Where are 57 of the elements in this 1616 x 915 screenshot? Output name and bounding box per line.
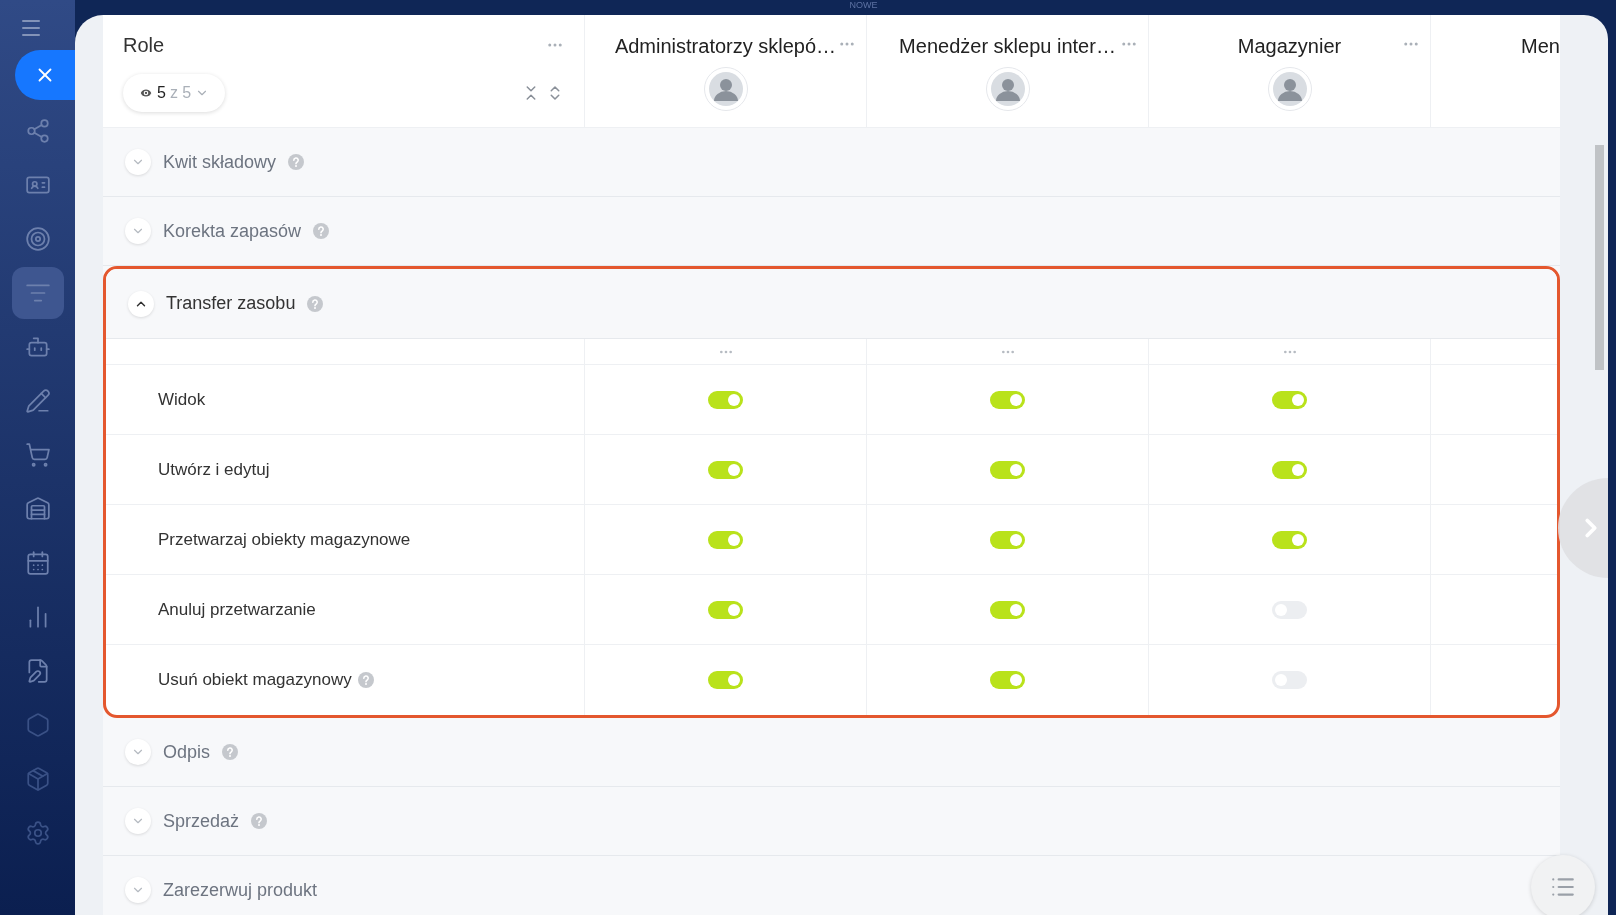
- help-icon[interactable]: [357, 672, 374, 688]
- toggle-switch[interactable]: [708, 530, 743, 549]
- box-icon[interactable]: [24, 766, 51, 792]
- permission-label: Anuluj przetwarzanie: [158, 598, 316, 621]
- toggle-switch[interactable]: [990, 671, 1025, 689]
- section-title: Odpis: [163, 740, 211, 764]
- permission-label: Przetwarzaj obiekty magazynowe: [158, 528, 411, 551]
- section-title: Zarezerwuj produkt: [163, 878, 318, 902]
- permission-label: Usuń obiekt magazynowy: [158, 669, 352, 692]
- toggle-switch[interactable]: [1272, 390, 1307, 409]
- expand-toggle[interactable]: [128, 290, 154, 317]
- pencil-icon[interactable]: [24, 388, 51, 414]
- cart-icon[interactable]: [24, 442, 51, 468]
- toggle-switch[interactable]: [990, 390, 1025, 409]
- section-title: Korekta zapasów: [163, 219, 302, 243]
- toggle-switch[interactable]: [990, 530, 1025, 549]
- toggle-switch[interactable]: [990, 600, 1025, 619]
- scrollbar[interactable]: [1595, 145, 1604, 370]
- toggle-switch[interactable]: [708, 671, 743, 689]
- permission-label: Widok: [158, 388, 206, 411]
- role-name: Administratorzy sklepó…: [614, 34, 837, 59]
- toggle-switch[interactable]: [1272, 460, 1307, 479]
- target-icon[interactable]: [24, 226, 51, 252]
- expand-toggle[interactable]: [125, 739, 151, 765]
- help-icon[interactable]: [251, 813, 268, 829]
- section-title: Sprzedaż: [163, 809, 240, 833]
- robot-icon[interactable]: [24, 334, 51, 360]
- toggle-switch[interactable]: [708, 460, 743, 479]
- role-name: Menedżer sklepu inter…: [899, 34, 1116, 59]
- close-button[interactable]: [15, 50, 75, 100]
- expand-toggle[interactable]: [125, 877, 151, 903]
- expand-toggle[interactable]: [125, 149, 151, 175]
- toggle-switch[interactable]: [708, 600, 743, 619]
- warehouse-icon[interactable]: [24, 496, 51, 522]
- list-button[interactable]: [1531, 855, 1595, 915]
- expand-toggle[interactable]: [125, 218, 151, 244]
- role-name: Men: [1520, 34, 1560, 59]
- toggle-switch[interactable]: [990, 460, 1025, 479]
- calendar-icon[interactable]: [24, 550, 51, 576]
- section-title: Kwit składowy: [163, 150, 277, 174]
- help-icon[interactable]: [307, 295, 324, 312]
- nodes-icon[interactable]: [24, 118, 51, 144]
- role-name: Magazynier: [1237, 34, 1342, 59]
- help-icon[interactable]: [313, 223, 330, 239]
- help-icon[interactable]: [288, 154, 305, 170]
- permission-label: Utwórz i edytuj: [158, 458, 270, 481]
- settings-icon[interactable]: [24, 820, 51, 846]
- section-title: Transfer zasobu: [166, 292, 296, 315]
- toggle-switch[interactable]: [1272, 530, 1307, 549]
- new-label: NOWE: [849, 0, 878, 10]
- expand-toggle[interactable]: [125, 808, 151, 834]
- roles-title: Role: [123, 33, 165, 58]
- toggle-switch[interactable]: [708, 390, 743, 409]
- eye-icon: [139, 86, 153, 100]
- visible-roles-filter[interactable]: 5 z 5: [123, 74, 226, 112]
- hexagon-icon[interactable]: [24, 712, 51, 738]
- help-icon[interactable]: [222, 744, 239, 760]
